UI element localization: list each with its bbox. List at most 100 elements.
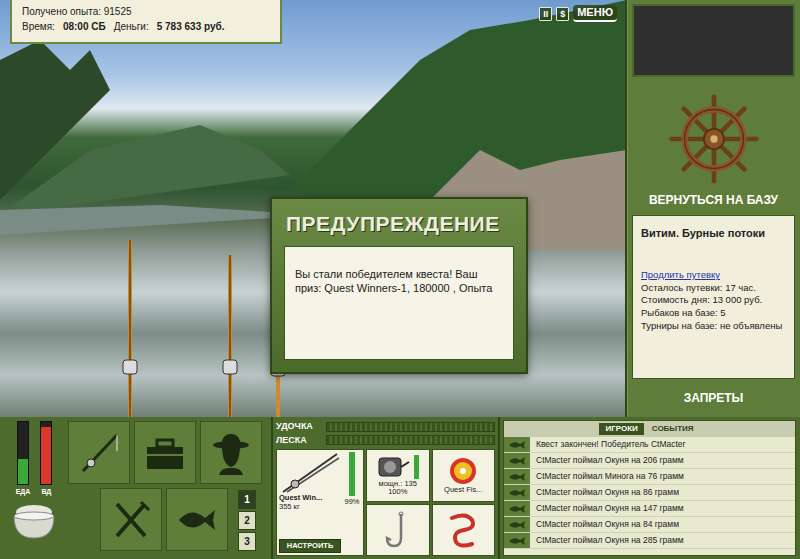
return-base-button[interactable]: ВЕРНУТЬСЯ НА БАЗУ (632, 189, 795, 215)
tension-row: ЛЕСКА (276, 434, 495, 448)
chat-message: Квест закончен! Победитель CtMacter (504, 437, 795, 453)
setup-button[interactable]: НАСТРОИТЬ (279, 539, 341, 553)
slot-button[interactable]: 2 (238, 511, 256, 530)
pot-icon[interactable] (9, 502, 59, 540)
line-slot[interactable]: Quest Fis... (432, 449, 496, 502)
tension-label: ЛЕСКА (276, 434, 322, 448)
rod-condition-track (349, 452, 355, 496)
ship-wheel-icon[interactable] (666, 93, 762, 185)
reel-condition: 100% (388, 488, 407, 497)
reel-slot[interactable]: мощн.: 135 100% (366, 449, 430, 502)
status-panel: Получено опыта: 91525 Время: 08:00 СБ Де… (10, 0, 282, 44)
info-line: Турниры на базе: не объявлены (641, 320, 786, 333)
rod-slot[interactable]: Quest Win... 355 кг НАСТРОИТЬ 99% (276, 449, 364, 556)
tension-label: УДОЧКА (276, 420, 322, 434)
reel-power: мощн.: 135 (379, 480, 417, 489)
money-value: 5 783 633 руб. (157, 19, 225, 34)
fish-icon (175, 498, 219, 542)
chat-message: CtMacter поймал Окуня на 84 грамм (504, 517, 795, 533)
message-text: CtMacter поймал Окуня на 285 грамм (530, 534, 684, 547)
message-text: CtMacter поймал Окуня на 84 грамм (530, 518, 679, 531)
worm-icon (446, 510, 480, 550)
info-line: Стоимость дня: 13 000 руб. (641, 294, 786, 307)
bait-slot[interactable] (432, 504, 496, 557)
dialog-title: ПРЕДУПРЕЖДЕНИЕ (272, 199, 526, 246)
minimap-box (632, 4, 795, 77)
message-text: CtMacter поймал Окуня на 147 грамм (530, 502, 684, 515)
warning-dialog: ПРЕДУПРЕЖДЕНИЕ Вы стали победителем квес… (270, 197, 528, 374)
chat-message: CtMacter поймал Окуня на 147 грамм (504, 501, 795, 517)
chat-message: CtMacter поймал Окуня на 285 грамм (504, 533, 795, 549)
rod-icon (77, 431, 121, 475)
meter: ВД (40, 421, 52, 498)
meter-color (18, 459, 28, 484)
toolbar-button[interactable]: II (539, 7, 552, 21)
chat-message: CtMacter поймал Минога на 76 грамм (504, 469, 795, 485)
tackle-box-button[interactable] (134, 421, 196, 484)
toolbar-button[interactable]: $ (556, 7, 569, 21)
reel-condition-fill (414, 455, 419, 479)
fisherman-button[interactable] (200, 421, 262, 484)
line-name: Quest Fis... (444, 486, 482, 495)
slot-button[interactable]: 3 (238, 532, 256, 551)
fisherman-icon (209, 431, 253, 475)
message-icon (504, 469, 530, 484)
side-panel: ВЕРНУТЬСЯ НА БАЗУ Витим. Бурные потоки П… (627, 0, 800, 417)
message-icon (504, 485, 530, 500)
message-text: Квест закончен! Победитель CtMacter (530, 438, 685, 451)
chat-panel: ИГРОКИСОБЫТИЯ Квест закончен! Победитель… (500, 417, 800, 559)
message-icon (504, 437, 530, 452)
chat-tab[interactable]: СОБЫТИЯ (646, 423, 700, 435)
meter-track (17, 421, 29, 485)
chat-tab[interactable]: ИГРОКИ (599, 423, 643, 435)
river-scene: Получено опыта: 91525 Время: 08:00 СБ Де… (0, 0, 627, 417)
time-value: 08:00 СБ (63, 19, 106, 34)
fish-icon (508, 504, 526, 514)
location-name: Витим. Бурные потоки (641, 226, 786, 241)
catch-button[interactable] (166, 488, 228, 551)
info-line: Осталось путевки: 17 час. (641, 282, 786, 295)
message-icon (504, 453, 530, 468)
meter-track (40, 421, 52, 485)
meter-label: ЕДА (16, 487, 31, 498)
chat-message: CtMacter поймал Окуня на 206 грамм (504, 453, 795, 469)
time-label: Время: (22, 19, 55, 34)
tension-track (326, 435, 495, 445)
rod-name: Quest Win... (279, 493, 322, 502)
dialog-text: Вы стали победителем квеста! Ваш приз: Q… (284, 246, 514, 360)
reel-icon (377, 454, 411, 480)
message-text: CtMacter поймал Минога на 76 грамм (530, 470, 684, 483)
meter-label: ВД (41, 487, 51, 498)
rod-condition-fill (349, 452, 355, 496)
rod-icon (279, 452, 341, 494)
money-label: Деньги: (114, 19, 149, 34)
tackle-box-icon (143, 431, 187, 475)
hook-slot[interactable] (366, 504, 430, 557)
rod-condition: 99% (344, 498, 359, 507)
rod-weight: 355 кг (279, 503, 341, 512)
fish-icon (508, 520, 526, 530)
menu-button[interactable]: МЕНЮ (573, 5, 617, 22)
meter-fill (41, 427, 51, 484)
message-icon (504, 517, 530, 532)
fish-icon (508, 488, 526, 498)
slot-button[interactable]: 1 (238, 490, 256, 509)
gear-panel: УДОЧКАЛЕСКА Quest Win... 355 кг НАСТРОИТ… (273, 417, 500, 559)
bans-button[interactable]: ЗАПРЕТЫ (632, 387, 795, 413)
top-toolbar: II $ МЕНЮ (539, 5, 617, 22)
info-line: Рыбаков на базе: 5 (641, 307, 786, 320)
message-text: CtMacter поймал Окуня на 206 грамм (530, 454, 684, 467)
tension-row: УДОЧКА (276, 420, 495, 434)
tension-track (326, 422, 495, 432)
meter-color (41, 427, 51, 484)
meter: ЕДА (16, 421, 31, 498)
knife-fork-icon (109, 498, 153, 542)
extend-link[interactable]: Продлить путевку (641, 269, 720, 282)
hook-icon (381, 510, 415, 550)
experience-text: Получено опыта: 91525 (22, 4, 270, 19)
fish-icon (508, 440, 526, 450)
eat-button[interactable] (100, 488, 162, 551)
fish-icon (508, 536, 526, 546)
rod-button[interactable] (68, 421, 130, 484)
chat-message: CtMacter поймал Окуня на 86 грамм (504, 485, 795, 501)
